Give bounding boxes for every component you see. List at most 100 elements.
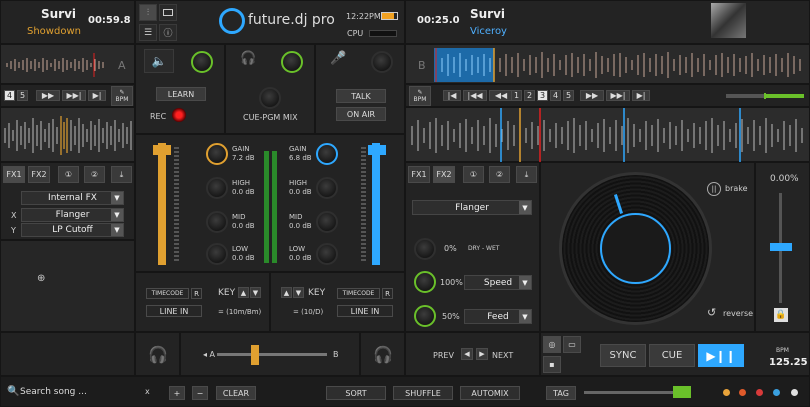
speed-knob[interactable] — [414, 271, 436, 293]
deck-b-fx-download-icon[interactable]: ⤓ — [516, 166, 537, 183]
deck-b-bpm-button[interactable]: ✎ BPM — [409, 86, 431, 106]
video-icon[interactable] — [159, 4, 177, 21]
deck-a-channel-fader[interactable] — [158, 143, 166, 265]
add-button[interactable]: + — [169, 386, 185, 400]
headphones-icon[interactable]: 🎧 — [148, 345, 168, 364]
lock-icon[interactable]: 🔒 — [774, 308, 788, 322]
deck-b-fx1-tab[interactable]: FX1 — [408, 166, 430, 183]
deck-a-volume-knob[interactable] — [191, 51, 213, 73]
shuffle-button[interactable]: SHUFFLE — [393, 386, 453, 400]
deck-b-loop-1[interactable]: 1 — [511, 90, 522, 101]
deck-b-timecode-button[interactable]: TIMECODE — [337, 288, 380, 299]
deck-a-xy-pad[interactable]: ⊕ — [0, 240, 135, 332]
pitch-slider-handle[interactable] — [770, 243, 792, 251]
deck-a-loop-end-button[interactable]: ▶| — [88, 90, 106, 101]
deck-a-key-down-button[interactable]: ▼ — [250, 287, 261, 298]
deck-a-overview-waveform[interactable] — [3, 53, 109, 77]
sync-button[interactable]: SYNC — [600, 344, 646, 367]
deck-a-fx-y-select[interactable]: LP Cutoff ▼ — [21, 223, 124, 237]
deck-a-fx1-tab[interactable]: FX1 — [3, 166, 25, 183]
deck-list-icon[interactable]: ▪ — [543, 356, 561, 373]
tag-slider[interactable] — [584, 391, 676, 394]
deck-b-low-knob[interactable] — [316, 243, 338, 265]
deck-b-loop-back-button[interactable]: ◀◀ — [489, 90, 513, 101]
deck-b-loop-forward-button[interactable]: ▶▶ — [580, 90, 604, 101]
prev-label[interactable]: PREV — [433, 351, 454, 360]
deck-b-loop-next-button[interactable]: ▶▶| — [606, 90, 630, 101]
mic-volume-knob[interactable] — [371, 51, 393, 73]
clear-button[interactable]: CLEAR — [216, 386, 256, 400]
deck-a-timecode-button[interactable]: TIMECODE — [146, 288, 189, 299]
deck-b-loop-start-button[interactable]: |◀ — [443, 90, 461, 101]
on-air-button[interactable]: ON AIR — [336, 107, 386, 121]
crossfader-handle[interactable] — [251, 345, 259, 365]
automix-button[interactable]: AUTOMIX — [460, 386, 520, 400]
deck-b-r-button[interactable]: R — [382, 288, 393, 299]
tag-color-blue[interactable] — [773, 389, 780, 396]
learn-button[interactable]: LEARN — [156, 87, 206, 101]
deck-b-gain-knob[interactable] — [316, 143, 338, 165]
deck-a-key-up-button[interactable]: ▲ — [238, 287, 249, 298]
deck-a-fx-slot-2-icon[interactable]: ② — [84, 166, 105, 183]
mixer-settings-icon[interactable]: ⫶ — [139, 4, 157, 21]
deck-b-fx-slot-1-icon[interactable]: ① — [463, 166, 484, 183]
feed-knob[interactable] — [414, 305, 436, 327]
deck-a-waveform[interactable] — [0, 107, 135, 162]
next-button[interactable]: ▶ — [476, 348, 488, 360]
deck-a-r-button[interactable]: R — [191, 288, 202, 299]
deck-b-loop-4[interactable]: 4 — [550, 90, 561, 101]
deck-b-fx-slot-2-icon[interactable]: ② — [489, 166, 510, 183]
tag-slider-handle[interactable] — [673, 386, 691, 398]
deck-a-loop-4[interactable]: 4 — [4, 90, 15, 101]
crossfader-track[interactable] — [217, 353, 327, 356]
cue-headphones-icon[interactable]: 🎧 — [240, 51, 256, 66]
deck-a-line-in-button[interactable]: LINE IN — [146, 305, 202, 317]
deck-a-bpm-button[interactable]: ✎ BPM — [111, 86, 133, 106]
info-icon[interactable]: ⓘ — [159, 24, 177, 41]
tag-button[interactable]: TAG — [546, 386, 576, 400]
deck-a-loop-5[interactable]: 5 — [17, 90, 28, 101]
tag-color-white[interactable] — [791, 389, 798, 396]
cue-pgm-knob[interactable] — [259, 87, 281, 109]
deck-b-high-knob[interactable] — [316, 177, 338, 199]
deck-b-loop-prev-button[interactable]: |◀◀ — [463, 90, 487, 101]
talk-button[interactable]: TALK — [336, 89, 386, 103]
deck-video-icon[interactable]: ▭ — [563, 336, 581, 353]
deck-b-loop-5[interactable]: 5 — [563, 90, 574, 101]
search-input[interactable]: Search song ... — [20, 387, 87, 397]
microphone-icon[interactable]: 🎤 — [330, 51, 346, 66]
remove-button[interactable]: − — [192, 386, 208, 400]
deck-b-overview-waveform[interactable] — [434, 48, 806, 82]
rec-button[interactable] — [172, 108, 186, 122]
deck-a-mid-knob[interactable] — [206, 211, 228, 233]
deck-a-fx-slot-1-icon[interactable]: ① — [58, 166, 79, 183]
headphones-icon[interactable]: 🎧 — [373, 345, 393, 364]
play-pause-button[interactable]: ▶❙❙ — [698, 344, 744, 367]
next-label[interactable]: NEXT — [492, 351, 513, 360]
deck-a-low-knob[interactable] — [206, 243, 228, 265]
list-settings-icon[interactable]: ☰ — [139, 24, 157, 41]
deck-b-loop-3[interactable]: 3 — [537, 90, 548, 101]
deck-b-fader-handle[interactable] — [368, 145, 386, 155]
deck-a-loop-next-button[interactable]: ▶▶| — [62, 90, 86, 101]
deck-b-key-down-button[interactable]: ▼ — [293, 287, 304, 298]
deck-b-loop-end-button[interactable]: ▶| — [632, 90, 650, 101]
cue-button[interactable]: CUE — [649, 344, 695, 367]
deck-a-fx-header-select[interactable]: Internal FX ▼ — [21, 191, 124, 205]
deck-a-fx-x-select[interactable]: Flanger ▼ — [21, 208, 124, 222]
tag-color-red-orange[interactable] — [739, 389, 746, 396]
deck-a-fader-handle[interactable] — [153, 145, 171, 155]
deck-b-mid-knob[interactable] — [316, 211, 338, 233]
dry-wet-knob[interactable] — [414, 238, 436, 260]
deck-a-loop-forward-button[interactable]: ▶▶ — [36, 90, 60, 101]
deck-b-fx2-tab[interactable]: FX2 — [433, 166, 455, 183]
sort-button[interactable]: SORT — [326, 386, 386, 400]
speaker-icon[interactable]: 🔈 — [144, 49, 174, 73]
deck-a-gain-knob[interactable] — [206, 143, 228, 165]
deck-a-high-knob[interactable] — [206, 177, 228, 199]
tag-color-red[interactable] — [756, 389, 763, 396]
deck-b-waveform[interactable] — [405, 107, 810, 163]
prev-button[interactable]: ◀ — [461, 348, 473, 360]
deck-a-fx-download-icon[interactable]: ⤓ — [111, 166, 132, 183]
cue-volume-knob[interactable] — [281, 51, 303, 73]
